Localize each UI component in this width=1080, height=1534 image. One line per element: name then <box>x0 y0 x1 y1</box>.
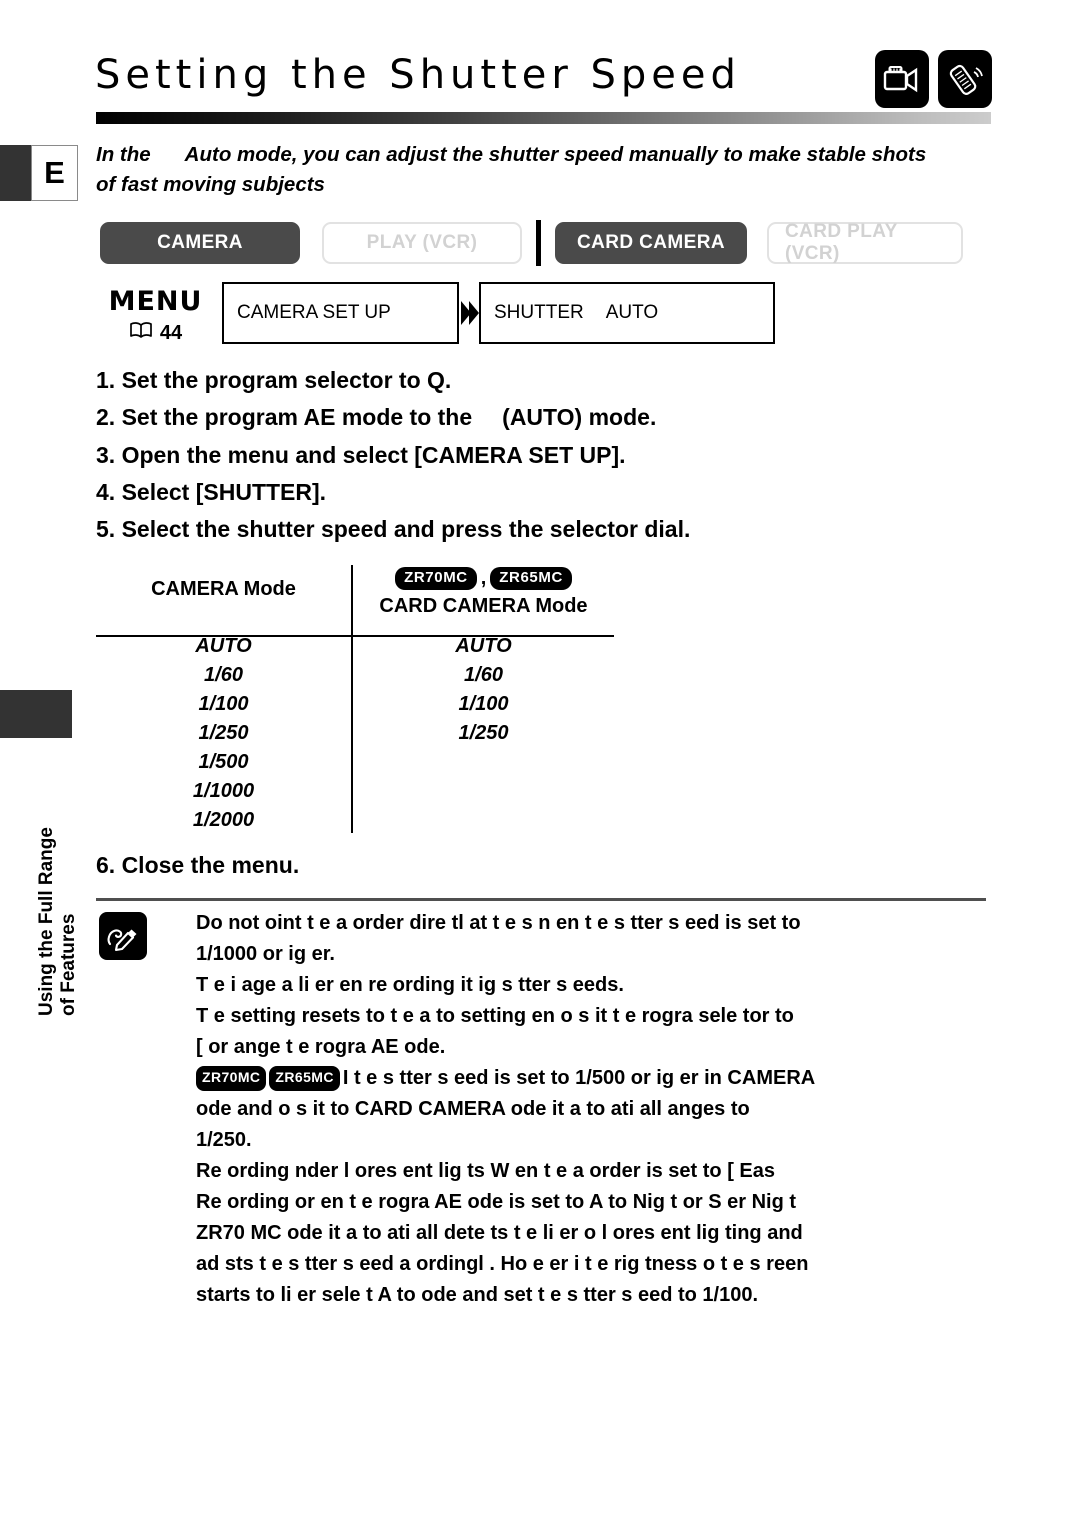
table-cell: 1/60 <box>464 664 503 686</box>
language-tab-letter: E <box>31 145 78 201</box>
model-badge-zr65mc-inline: ZR65MC <box>269 1066 340 1091</box>
title-gradient-rule <box>96 112 991 124</box>
procedure-steps: 1. Set the program selector to Q. 2. Set… <box>96 362 976 548</box>
table-cell: 1/250 <box>458 722 509 744</box>
table-cell: 1/100 <box>198 693 249 715</box>
section-label-line1: Using the Full Range <box>35 827 57 1016</box>
double-arrow-right-icon <box>458 298 480 328</box>
menu-page-reference: 44 <box>98 321 213 345</box>
notes-divider <box>96 898 986 901</box>
page-title: Setting the Shutter Speed <box>95 52 741 98</box>
menu-box-shutter-name: SHUTTER <box>494 302 584 323</box>
book-icon <box>129 321 153 345</box>
section-vertical-label: Using the Full Range of Features <box>22 716 94 1016</box>
model-badge-zr70mc: ZR70MC <box>395 567 477 590</box>
menu-label: MENU <box>108 286 203 317</box>
menu-box-shutter-value: AUTO <box>605 302 659 323</box>
table-body: AUTO 1/60 1/100 1/250 1/500 1/1000 1/200… <box>96 620 616 835</box>
note-5-line-2: Re ording or en t e rogra AE ode is set … <box>196 1191 797 1213</box>
note-item-3: T e setting resets to t e a to setting e… <box>196 1001 988 1063</box>
note-5-line-3: ZR70 MC ode it a to ati all dete ts t e … <box>196 1222 803 1244</box>
note-5-line-1: Re ording nder l ores ent lig ts W en t … <box>196 1160 776 1182</box>
model-badge-separator: , <box>480 567 487 589</box>
step-5: 5. Select the shutter speed and press th… <box>96 516 691 542</box>
table-cell: 1/100 <box>458 693 509 715</box>
shutter-speed-table: CAMERA Mode ZR70MC , ZR65MC CARD CAMERA … <box>96 565 616 835</box>
step-1-text-a: 1. Set the program selector to <box>96 367 421 393</box>
model-badge-row: ZR70MC , ZR65MC <box>351 565 616 592</box>
pencil-note-icon <box>99 912 147 960</box>
note-item-5: Re ording nder l ores ent lig ts W en t … <box>196 1156 988 1311</box>
menu-box-shutter[interactable]: SHUTTER AUTO <box>479 282 775 344</box>
note-4-line-3: 1/250. <box>196 1129 252 1151</box>
step-2: 2. Set the program AE mode to the (AUTO) … <box>96 399 976 436</box>
table-column-camera-values: AUTO 1/60 1/100 1/250 1/500 1/1000 1/200… <box>96 632 351 835</box>
table-cell: 1/1000 <box>192 780 255 802</box>
mode-button-camera[interactable]: CAMERA <box>100 222 300 264</box>
menu-box-camera-set-up[interactable]: CAMERA SET UP <box>222 282 459 344</box>
step-1: 1. Set the program selector to Q. <box>96 362 976 399</box>
menu-label-group: MENU 44 <box>98 286 213 345</box>
table-header-rule <box>96 635 614 637</box>
table-header-card-camera-label: CARD CAMERA Mode <box>379 595 588 617</box>
mode-separator <box>536 220 541 266</box>
table-cell: 1/250 <box>198 722 249 744</box>
camcorder-icon <box>875 50 929 108</box>
model-badge-zr70mc-inline: ZR70MC <box>196 1066 267 1091</box>
note-4-line-2: ode and o s it to CARD CAMERA ode it a t… <box>196 1098 750 1120</box>
note-item-1: Do not oint t e a order dire tl at t e s… <box>196 908 988 970</box>
menu-flow-boxes: CAMERA SET UP SHUTTER AUTO <box>222 282 775 344</box>
step-3: 3. Open the menu and select [CAMERA SET … <box>96 441 626 468</box>
note-item-2: T e i age a li er en re ording it ig s t… <box>196 970 988 1001</box>
remote-control-icon <box>938 50 992 108</box>
model-badge-zr65mc: ZR65MC <box>490 567 572 590</box>
note-4-text-1: I t e s tter s eed is set to 1/500 or ig… <box>342 1067 816 1089</box>
table-header-card-camera-mode: ZR70MC , ZR65MC CARD CAMERA Mode <box>351 565 616 620</box>
note-5-line-5: starts to li er sele t A to ode and set … <box>196 1284 759 1306</box>
language-tab: E <box>0 145 78 201</box>
table-cell: 1/60 <box>204 664 243 686</box>
intro-line1-a: In the <box>96 143 151 166</box>
notes-list: Do not oint t e a order dire tl at t e s… <box>196 908 988 1311</box>
table-header-row: CAMERA Mode ZR70MC , ZR65MC CARD CAMERA … <box>96 565 616 620</box>
step-6: 6. Close the menu. <box>96 852 300 878</box>
note-4-line-1: ZR70MC ZR65MC I t e s tter s eed is set to… <box>196 1063 988 1094</box>
table-column-card-camera-values: AUTO 1/60 1/100 1/250 <box>351 632 616 835</box>
intro-paragraph: In the Auto mode, you can adjust the shut… <box>96 140 996 199</box>
mode-button-play-vcr[interactable]: PLAY (VCR) <box>322 222 522 264</box>
note-item-4: ZR70MC ZR65MC I t e s tter s eed is set to… <box>196 1063 988 1156</box>
mode-button-card-camera[interactable]: CARD CAMERA <box>555 222 747 264</box>
table-header-camera-mode: CAMERA Mode <box>151 578 296 600</box>
note-1-line-2: 1/1000 or ig er. <box>196 943 335 965</box>
note-3-line-1: T e setting resets to t e a to setting e… <box>196 1005 794 1027</box>
intro-line1-b: Auto mode, you can adjust the shutter sp… <box>184 143 927 166</box>
note-1-line-1: Do not oint t e a order dire tl at t e s… <box>196 912 801 934</box>
intro-line2: of fast moving subjects <box>96 172 325 196</box>
step-2-text-b: (AUTO) mode. <box>502 404 657 431</box>
note-3-line-2: [ or ange t e rogra AE ode. <box>196 1036 446 1058</box>
mode-button-row: CAMERA PLAY (VCR) CARD CAMERA CARD PLAY … <box>100 220 963 266</box>
step-4: 4. Select [SHUTTER]. <box>96 478 327 505</box>
section-label-line2: of Features <box>58 913 79 1016</box>
step-1-text-b: Q. <box>427 367 452 393</box>
table-cell: 1/2000 <box>192 809 255 831</box>
menu-page-number: 44 <box>159 321 183 344</box>
mode-button-card-play-vcr[interactable]: CARD PLAY (VCR) <box>767 221 963 264</box>
note-5-line-4: ad sts t e s tter s eed a ordingl . Ho e… <box>196 1253 809 1275</box>
step-2-text-a: 2. Set the program AE mode to the <box>96 404 473 431</box>
table-cell: 1/500 <box>198 751 249 773</box>
note-2-line-1: T e i age a li er en re ording it ig s t… <box>196 974 624 996</box>
header-icon-group <box>875 50 992 108</box>
